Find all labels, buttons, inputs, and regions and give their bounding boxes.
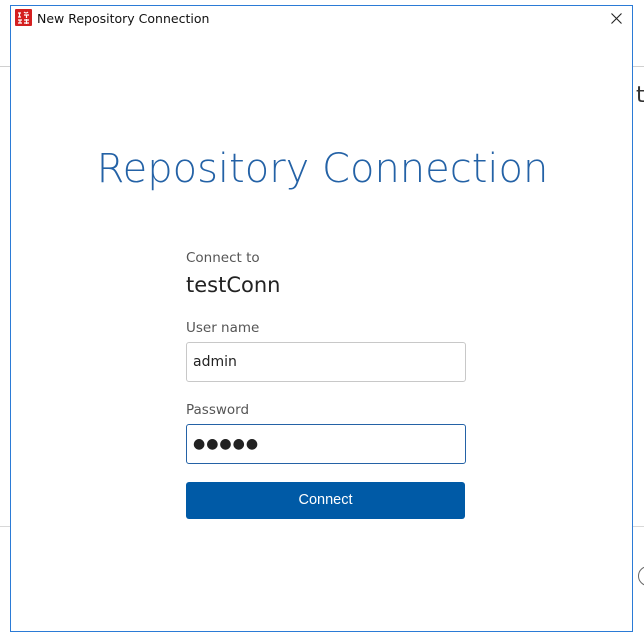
app-logo-icon bbox=[15, 9, 32, 26]
password-label: Password bbox=[186, 402, 250, 418]
close-button[interactable] bbox=[602, 6, 632, 32]
title-bar[interactable]: New Repository Connection bbox=[11, 6, 632, 32]
background-divider bbox=[633, 526, 644, 527]
connect-to-label: Connect to bbox=[186, 250, 260, 266]
password-field[interactable]: ●●●●● bbox=[186, 424, 466, 464]
connect-to-value: testConn bbox=[186, 273, 281, 297]
repository-connection-dialog: New Repository Connection Repository Con… bbox=[10, 5, 633, 632]
background-circle-icon bbox=[638, 566, 644, 586]
page-title: Repository Connection bbox=[96, 146, 549, 192]
background-text: t bbox=[636, 83, 644, 108]
username-label: User name bbox=[186, 320, 260, 336]
connect-button[interactable]: Connect bbox=[186, 482, 465, 519]
close-icon bbox=[611, 13, 622, 24]
window-title: New Repository Connection bbox=[37, 11, 210, 26]
username-field[interactable]: admin bbox=[186, 342, 466, 382]
background-divider bbox=[633, 66, 644, 67]
